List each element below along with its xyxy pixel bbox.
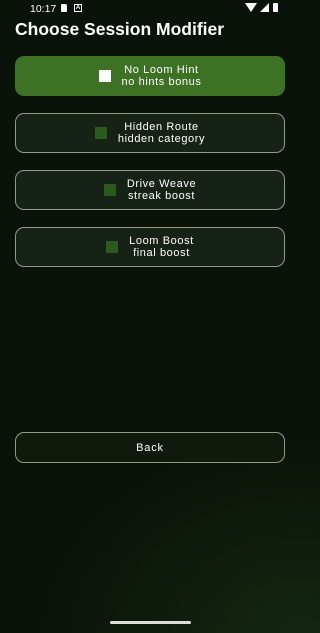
modifier-list: No Loom Hint no hints bonus Hidden Route…: [15, 56, 285, 284]
option-text: Drive Weave streak boost: [127, 178, 196, 203]
option-title: No Loom Hint: [124, 63, 199, 76]
checkbox-unchecked-icon: [106, 241, 119, 253]
back-button-label: Back: [136, 441, 164, 454]
option-text: No Loom Hint no hints bonus: [122, 64, 202, 89]
battery-icon: [273, 3, 278, 12]
option-subtitle: final boost: [133, 247, 190, 259]
wifi-icon: [245, 3, 257, 12]
checkbox-checked-icon: [98, 70, 111, 82]
page-title: Choose Session Modifier: [15, 19, 225, 39]
option-subtitle: streak boost: [127, 190, 196, 202]
modifier-option-hidden-route[interactable]: Hidden Route hidden category: [15, 113, 285, 153]
checkbox-unchecked-icon: [103, 184, 116, 196]
option-text: Hidden Route hidden category: [118, 121, 205, 146]
option-subtitle: no hints bonus: [121, 76, 202, 88]
status-time: 10:17: [30, 3, 57, 15]
checkbox-unchecked-icon: [94, 127, 107, 139]
sd-card-icon: [61, 4, 67, 12]
modifier-option-drive-weave[interactable]: Drive Weave streak boost: [15, 170, 285, 210]
modifier-option-no-loom-hint[interactable]: No Loom Hint no hints bonus: [15, 56, 285, 96]
option-title: Drive Weave: [126, 177, 197, 190]
option-title: Hidden Route: [124, 120, 199, 133]
option-subtitle: hidden category: [117, 133, 206, 145]
option-title: Loom Boost: [129, 234, 194, 247]
option-text: Loom Boost final boost: [129, 235, 194, 260]
signal-icon: [260, 3, 269, 12]
back-button[interactable]: Back: [15, 432, 285, 463]
modifier-option-loom-boost[interactable]: Loom Boost final boost: [15, 227, 285, 267]
status-bar: 10:17 A: [0, 0, 300, 18]
a-icon: A: [74, 4, 82, 12]
home-indicator[interactable]: [110, 621, 191, 624]
